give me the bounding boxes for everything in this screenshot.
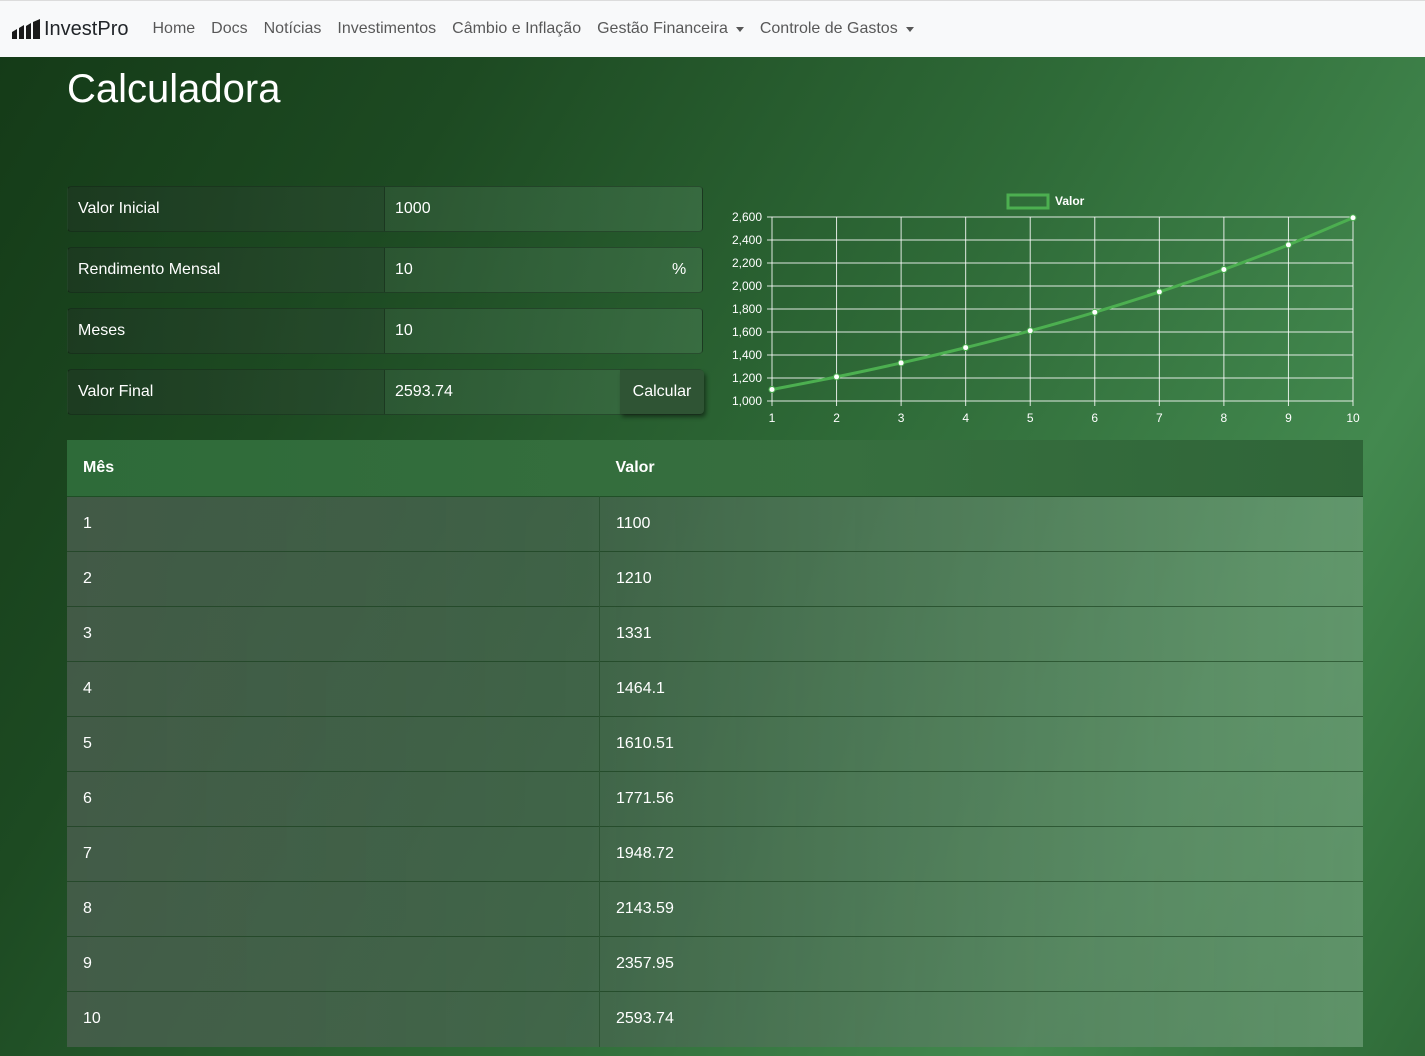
final-value-output[interactable] <box>385 370 620 414</box>
nav-gestao-financeira-label: Gestão Financeira <box>597 20 728 37</box>
cell-mes: 4 <box>67 661 600 717</box>
results-table: Mês Valor 1 1100 2 1210 3 1331 4 1464.1 5 1610.51… <box>67 440 1363 1047</box>
final-value-label: Valor Final <box>68 370 385 414</box>
cell-valor: 1210 <box>616 570 652 587</box>
data-point <box>1220 265 1228 273</box>
cell-mes: 2 <box>67 551 600 607</box>
header-mes: Mês <box>83 459 115 476</box>
page-title: Calculadora <box>67 67 281 111</box>
calculate-button[interactable]: Calcular <box>620 370 704 414</box>
cell-valor: 1100 <box>616 515 651 532</box>
x-tick-label: 7 <box>1156 411 1163 425</box>
cell-mes: 1 <box>67 496 600 552</box>
table-row: 7 1948.72 <box>67 826 1363 882</box>
cell-valor: 2357.95 <box>616 955 674 972</box>
growth-line-chart: Valor 1,000 1,200 1,400 1,600 1,800 2,000 2,200… <box>732 193 1360 425</box>
table-row: 10 2593.74 <box>67 991 1363 1047</box>
table-header-row: Mês Valor <box>67 440 1363 497</box>
final-value-group: Valor Final Calcular <box>67 369 704 415</box>
y-tick-label: 2,000 <box>732 279 762 293</box>
legend-swatch <box>1006 193 1050 210</box>
cell-valor: 1331 <box>616 625 652 642</box>
y-tick-label: 1,600 <box>732 325 762 339</box>
table-row: 9 2357.95 <box>67 936 1363 992</box>
y-tick-label: 1,400 <box>732 348 762 362</box>
data-point <box>1091 308 1099 316</box>
series-line-valor <box>771 216 1354 391</box>
header-valor: Valor <box>615 459 655 476</box>
cell-mes: 10 <box>67 991 600 1047</box>
data-point <box>833 373 841 381</box>
cell-mes: 5 <box>67 716 600 772</box>
nav-cambio-inflacao[interactable]: Câmbio e Inflação <box>452 20 581 38</box>
nav-gestao-financeira-dropdown[interactable]: Gestão Financeira <box>597 20 744 38</box>
caret-down-icon <box>905 26 914 32</box>
x-tick-label: 2 <box>833 411 840 425</box>
cell-valor: 2143.59 <box>616 900 674 917</box>
cell-valor: 1610.51 <box>616 735 674 752</box>
x-tick-label: 4 <box>962 411 969 425</box>
y-tick-label: 1,000 <box>732 394 762 408</box>
table-row: 1 1100 <box>67 496 1363 552</box>
x-tick-label: 6 <box>1091 411 1098 425</box>
cell-valor: 2593.74 <box>616 1010 674 1028</box>
months-input[interactable] <box>385 309 702 353</box>
initial-value-group: Valor Inicial <box>67 186 703 232</box>
cell-mes: 8 <box>67 881 600 937</box>
y-tick-label: 2,200 <box>732 256 762 270</box>
percent-suffix: % <box>672 261 687 278</box>
brand-name: InvestPro <box>44 17 129 40</box>
brand-link[interactable]: InvestPro <box>11 18 128 41</box>
x-tick-label: 9 <box>1285 411 1292 425</box>
nav-home[interactable]: Home <box>152 20 195 38</box>
cell-mes: 9 <box>67 936 600 992</box>
months-group: Meses <box>67 308 703 354</box>
y-tick-label: 1,200 <box>732 371 762 385</box>
table-row: 4 1464.1 <box>67 661 1363 717</box>
y-tick-label: 2,600 <box>732 210 762 224</box>
cell-valor: 1771.56 <box>616 790 674 807</box>
table-row: 2 1210 <box>67 551 1363 607</box>
caret-down-icon <box>735 26 744 32</box>
table-row: 3 1331 <box>67 606 1363 662</box>
y-tick-label: 1,800 <box>732 302 762 316</box>
nav-docs[interactable]: Docs <box>211 20 247 38</box>
x-tick-label: 3 <box>898 411 905 425</box>
data-point <box>962 344 970 352</box>
table-row: 5 1610.51 <box>67 716 1363 772</box>
x-tick-label: 5 <box>1027 411 1034 425</box>
initial-value-label: Valor Inicial <box>68 187 385 231</box>
nav-investimentos[interactable]: Investimentos <box>337 20 436 38</box>
x-tick-label: 10 <box>1346 411 1360 425</box>
data-point <box>897 359 905 367</box>
table-row: 6 1771.56 <box>67 771 1363 827</box>
legend-label: Valor <box>1055 194 1085 208</box>
monthly-rate-label: Rendimento Mensal <box>68 248 385 292</box>
data-point <box>1349 214 1357 222</box>
cell-valor: 1464.1 <box>616 680 665 697</box>
data-point <box>1284 241 1292 249</box>
months-label: Meses <box>68 309 385 353</box>
x-tick-label: 8 <box>1221 411 1228 425</box>
monthly-rate-input[interactable] <box>385 248 672 292</box>
x-tick-label: 1 <box>769 411 776 425</box>
cell-mes: 6 <box>67 771 600 827</box>
data-point <box>768 386 776 393</box>
initial-value-input[interactable] <box>385 187 702 231</box>
cell-mes: 7 <box>67 826 600 882</box>
table-row: 8 2143.59 <box>67 881 1363 937</box>
cell-valor: 1948.72 <box>616 845 674 862</box>
nav-noticias[interactable]: Notícias <box>264 20 322 38</box>
data-point <box>1155 288 1163 296</box>
data-point <box>1026 327 1034 335</box>
nav-controle-gastos-label: Controle de Gastos <box>759 20 898 37</box>
top-navbar: InvestPro Home Docs Notícias Investiment… <box>0 0 1425 57</box>
cell-mes: 3 <box>67 606 600 662</box>
nav-controle-gastos-dropdown[interactable]: Controle de Gastos <box>760 20 914 38</box>
y-tick-label: 2,400 <box>732 233 762 247</box>
chart-logo-icon <box>12 19 40 39</box>
monthly-rate-group: Rendimento Mensal % <box>67 247 703 293</box>
